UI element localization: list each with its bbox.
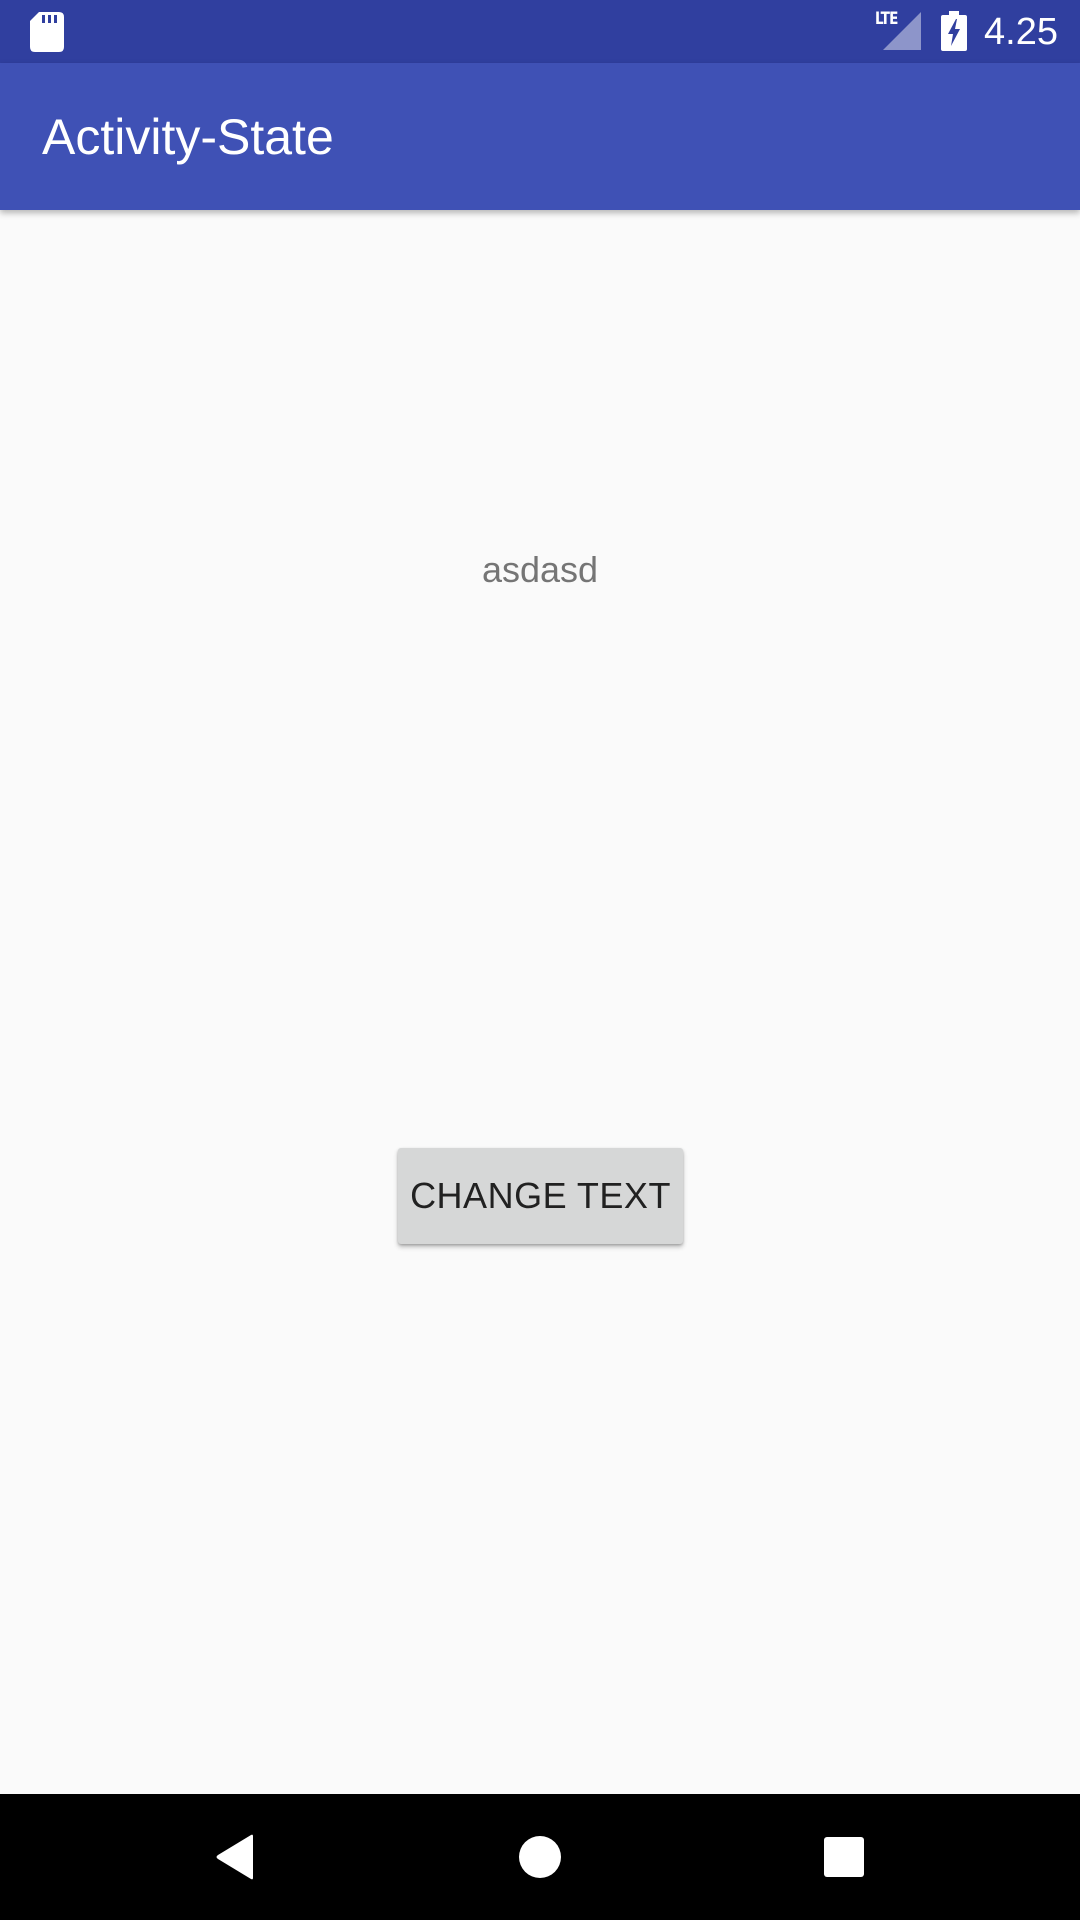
status-bar: LTE 4.25 [0,0,1080,63]
back-icon [216,1834,253,1880]
home-icon [519,1836,561,1878]
network-type-label: LTE [875,9,898,29]
message-text: asdasd [481,549,599,590]
app-title: Activity-State [42,109,334,165]
main-content: asdasd CHANGE TEXT [0,210,1080,1794]
status-clock: 4.25 [984,11,1058,53]
screen: LTE 4.25 Activity-State asdasd CHANGE TE… [0,0,1080,1920]
battery-charging-icon [941,11,967,51]
navigation-bar [0,1794,1080,1920]
change-text-button[interactable]: CHANGE TEXT [398,1148,683,1244]
back-button[interactable] [156,1794,316,1920]
app-bar: Activity-State [0,63,1080,210]
home-button[interactable] [460,1794,620,1920]
recents-icon [824,1837,864,1877]
sd-card-icon [30,12,64,52]
recents-button[interactable] [764,1794,924,1920]
